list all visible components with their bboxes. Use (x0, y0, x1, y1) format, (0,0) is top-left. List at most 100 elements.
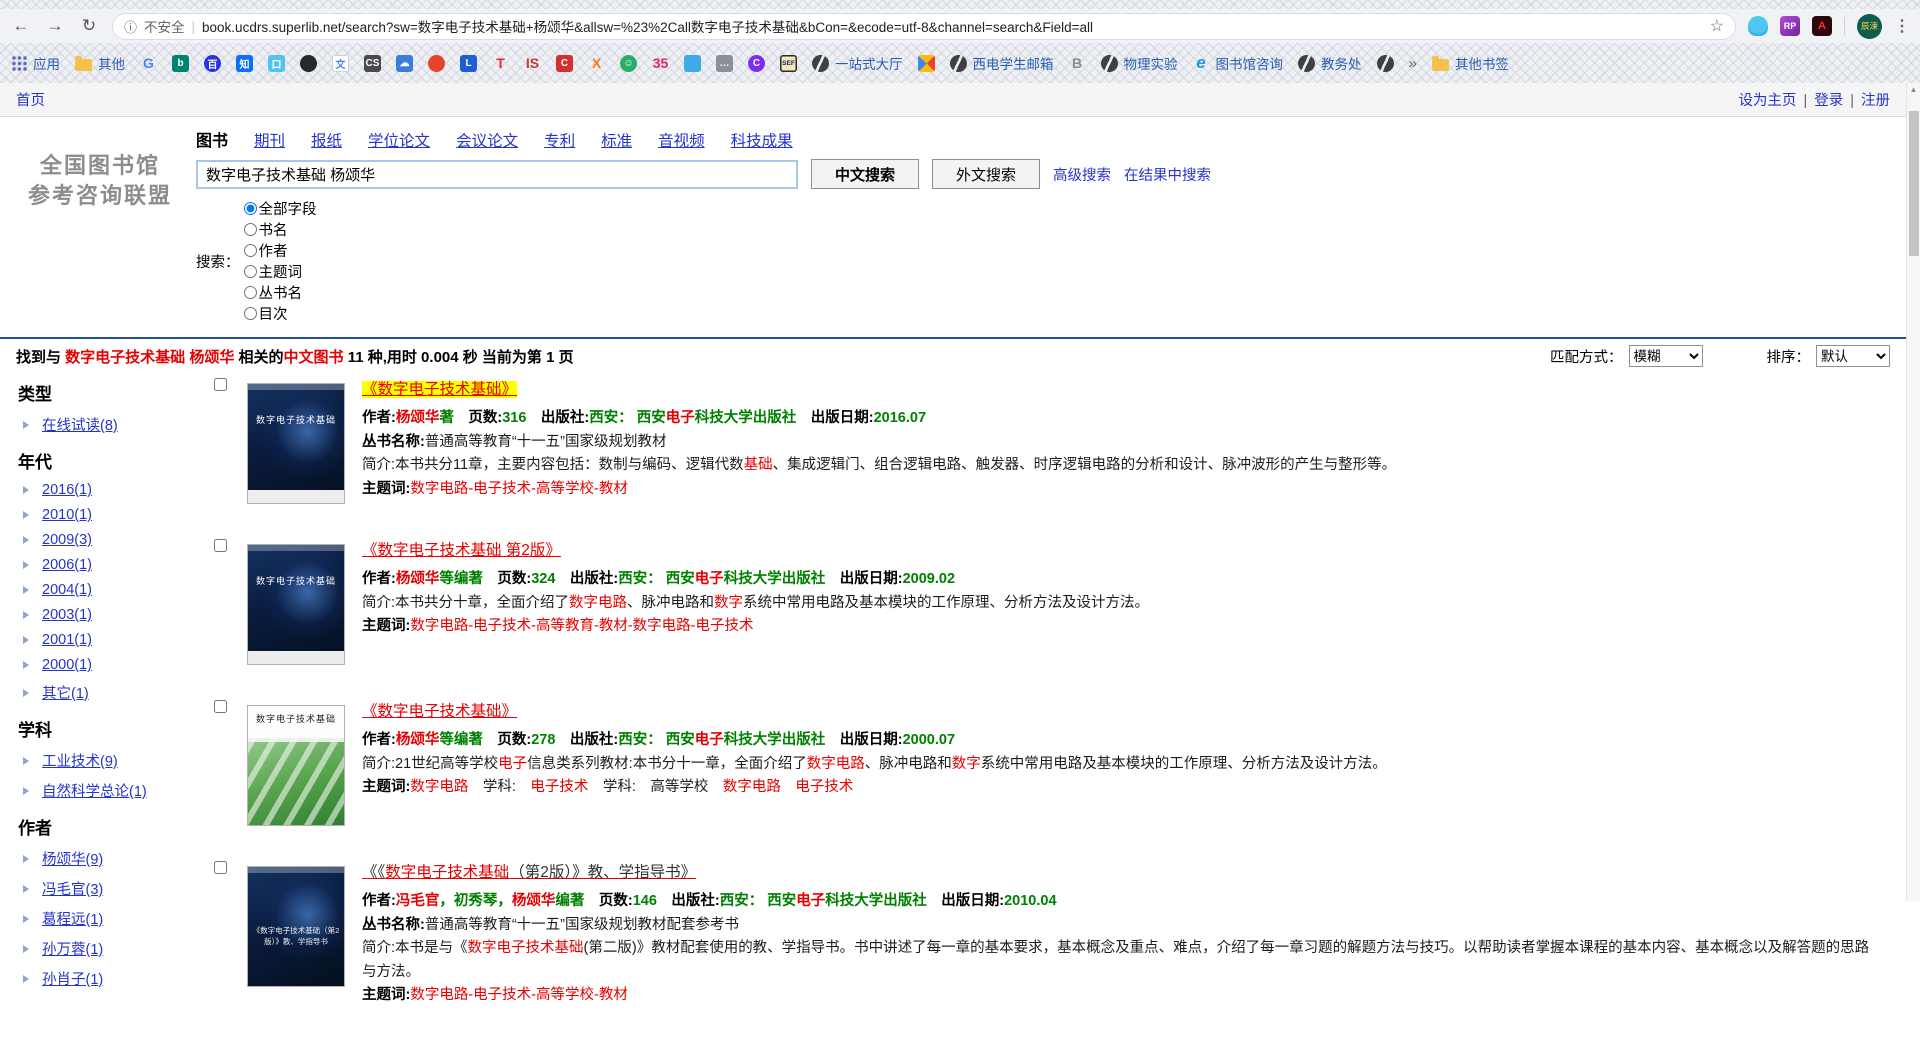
bookmark-cloud-drive[interactable]: ☁ (396, 55, 413, 72)
book-title-link[interactable]: 《《数字电子技术基础（第2版）》教、学指导书》 (362, 860, 696, 885)
browser-menu-icon[interactable]: ⋮ (1894, 16, 1910, 36)
facet-link[interactable]: 杨颂华(9) (42, 848, 103, 869)
page-scrollbar[interactable]: ▲ (1906, 83, 1920, 901)
bookmark-site-globe[interactable] (1377, 55, 1394, 72)
bookmark-site-b[interactable]: B (1069, 55, 1086, 72)
match-mode-select[interactable]: 模糊 (1629, 345, 1703, 367)
bookmark-site-q[interactable]: C (748, 55, 765, 72)
book-cover[interactable]: 数字电子技术基础 (247, 705, 345, 826)
bookmark-google[interactable]: G (140, 55, 157, 72)
bookmark-site-blue-book[interactable]: L (460, 55, 477, 72)
book-title-link[interactable]: 《数字电子技术基础》 (362, 377, 517, 402)
expand-arrow-icon[interactable] (23, 975, 29, 983)
facet-link[interactable]: 冯毛官(3) (42, 878, 103, 899)
scope-radio[interactable] (244, 265, 257, 278)
scope-radio[interactable] (244, 223, 257, 236)
expand-arrow-icon[interactable] (23, 885, 29, 893)
bookmark-sef[interactable]: SEF (780, 55, 797, 72)
address-bar[interactable]: ⓘ 不安全 | book.ucdrs.superlib.net/search?s… (112, 13, 1736, 40)
bookmark-academic-office[interactable]: 教务处 (1298, 53, 1362, 73)
facet-link[interactable]: 2000(1) (42, 657, 92, 673)
advanced-search-link[interactable]: 高级搜索 (1053, 164, 1111, 185)
result-checkbox[interactable] (214, 378, 227, 391)
bookmark-one-stop-hall[interactable]: 一站式大厅 (812, 53, 903, 73)
expand-arrow-icon[interactable] (23, 511, 29, 519)
book-cover[interactable]: 数字电子技术基础 (247, 544, 345, 665)
tab-学位论文[interactable]: 学位论文 (368, 129, 430, 151)
book-title-link[interactable]: 《数字电子技术基础 第2版》 (362, 538, 561, 563)
bookmark-github[interactable] (300, 55, 317, 72)
tab-图书[interactable]: 图书 (196, 127, 228, 151)
foreign-search-button[interactable]: 外文搜索 (932, 159, 1040, 189)
scope-option[interactable]: 主题词 (244, 261, 317, 282)
bookmark-wechat[interactable]: ☺ (620, 55, 637, 72)
bookmark-star-icon[interactable]: ☆ (1710, 16, 1724, 36)
bookmark-translate[interactable]: 文 (332, 55, 349, 72)
facet-link[interactable]: 孙万蓉(1) (42, 938, 103, 959)
bookmark-apps[interactable]: 应用 (12, 53, 60, 73)
home-link[interactable]: 首页 (16, 89, 45, 110)
reload-icon[interactable]: ↻ (78, 16, 100, 36)
chinese-search-button[interactable]: 中文搜索 (811, 159, 919, 189)
facet-link[interactable]: 2006(1) (42, 557, 92, 573)
expand-arrow-icon[interactable] (23, 945, 29, 953)
facet-link[interactable]: 2009(3) (42, 532, 92, 548)
scope-option[interactable]: 丛书名 (244, 282, 317, 303)
bookmark-library-consult[interactable]: e图书馆咨询 (1193, 53, 1284, 73)
scrollbar-thumb[interactable] (1909, 111, 1919, 256)
facet-link[interactable]: 2016(1) (42, 482, 92, 498)
profile-avatar[interactable]: 辰涑 (1857, 14, 1882, 39)
expand-arrow-icon[interactable] (23, 689, 29, 697)
search-in-results-link[interactable]: 在结果中搜索 (1124, 164, 1211, 185)
expand-arrow-icon[interactable] (23, 536, 29, 544)
bookmark-site-35[interactable]: 35 (652, 55, 669, 72)
tab-会议论文[interactable]: 会议论文 (456, 129, 518, 151)
facet-link[interactable]: 工业技术(9) (42, 750, 118, 771)
facet-link[interactable]: 其它(1) (42, 682, 89, 703)
facet-link[interactable]: 2003(1) (42, 607, 92, 623)
tab-期刊[interactable]: 期刊 (254, 129, 285, 151)
tab-标准[interactable]: 标准 (601, 129, 632, 151)
scope-radio[interactable] (244, 307, 257, 320)
bookmark-other-bookmarks[interactable]: 其他书签 (1432, 53, 1509, 73)
scope-radio[interactable] (244, 202, 257, 215)
facet-link[interactable]: 在线试读(8) (42, 414, 118, 435)
expand-arrow-icon[interactable] (23, 661, 29, 669)
scrollbar-up-arrow-icon[interactable]: ▲ (1907, 83, 1920, 96)
tab-报纸[interactable]: 报纸 (311, 129, 342, 151)
scope-radio[interactable] (244, 286, 257, 299)
expand-arrow-icon[interactable] (23, 855, 29, 863)
lightbulb-extension-icon[interactable] (1748, 16, 1768, 36)
forward-icon[interactable]: → (44, 16, 66, 36)
expand-arrow-icon[interactable] (23, 486, 29, 494)
facet-link[interactable]: 2004(1) (42, 582, 92, 598)
register-link[interactable]: 注册 (1861, 93, 1890, 109)
book-title-link[interactable]: 《数字电子技术基础》 (362, 699, 517, 724)
expand-arrow-icon[interactable] (23, 915, 29, 923)
facet-link[interactable]: 2010(1) (42, 507, 92, 523)
bookmark-site-c[interactable]: C (556, 55, 573, 72)
expand-arrow-icon[interactable] (23, 586, 29, 594)
bookmark-physics-lab[interactable]: 物理实验 (1101, 53, 1178, 73)
facet-link[interactable]: 2001(1) (42, 632, 92, 648)
bookmark-other-folder[interactable]: 其他 (75, 53, 125, 73)
bookmark-zhihu[interactable]: 知 (236, 55, 253, 72)
login-link[interactable]: 登录 (1814, 93, 1843, 109)
result-checkbox[interactable] (214, 700, 227, 713)
bookmark-site-red-panda[interactable] (428, 55, 445, 72)
info-icon[interactable]: ⓘ (124, 17, 137, 36)
tab-科技成果[interactable]: 科技成果 (731, 129, 793, 151)
bookmark-site-is[interactable]: IS (524, 55, 541, 72)
scope-option[interactable]: 作者 (244, 240, 317, 261)
tab-专利[interactable]: 专利 (544, 129, 575, 151)
expand-arrow-icon[interactable] (23, 636, 29, 644)
expand-arrow-icon[interactable] (23, 611, 29, 619)
facet-link[interactable]: 孙肖子(1) (42, 968, 103, 989)
acrobat-extension-icon[interactable]: A (1812, 16, 1832, 36)
sort-select[interactable]: 默认 (1816, 345, 1890, 367)
facet-link[interactable]: 自然科学总论(1) (42, 780, 147, 801)
bookmark-bilibili[interactable]: 口 (268, 55, 285, 72)
result-checkbox[interactable] (214, 539, 227, 552)
bookmark-csdn[interactable]: CS (364, 55, 381, 72)
facet-link[interactable]: 葛程远(1) (42, 908, 103, 929)
